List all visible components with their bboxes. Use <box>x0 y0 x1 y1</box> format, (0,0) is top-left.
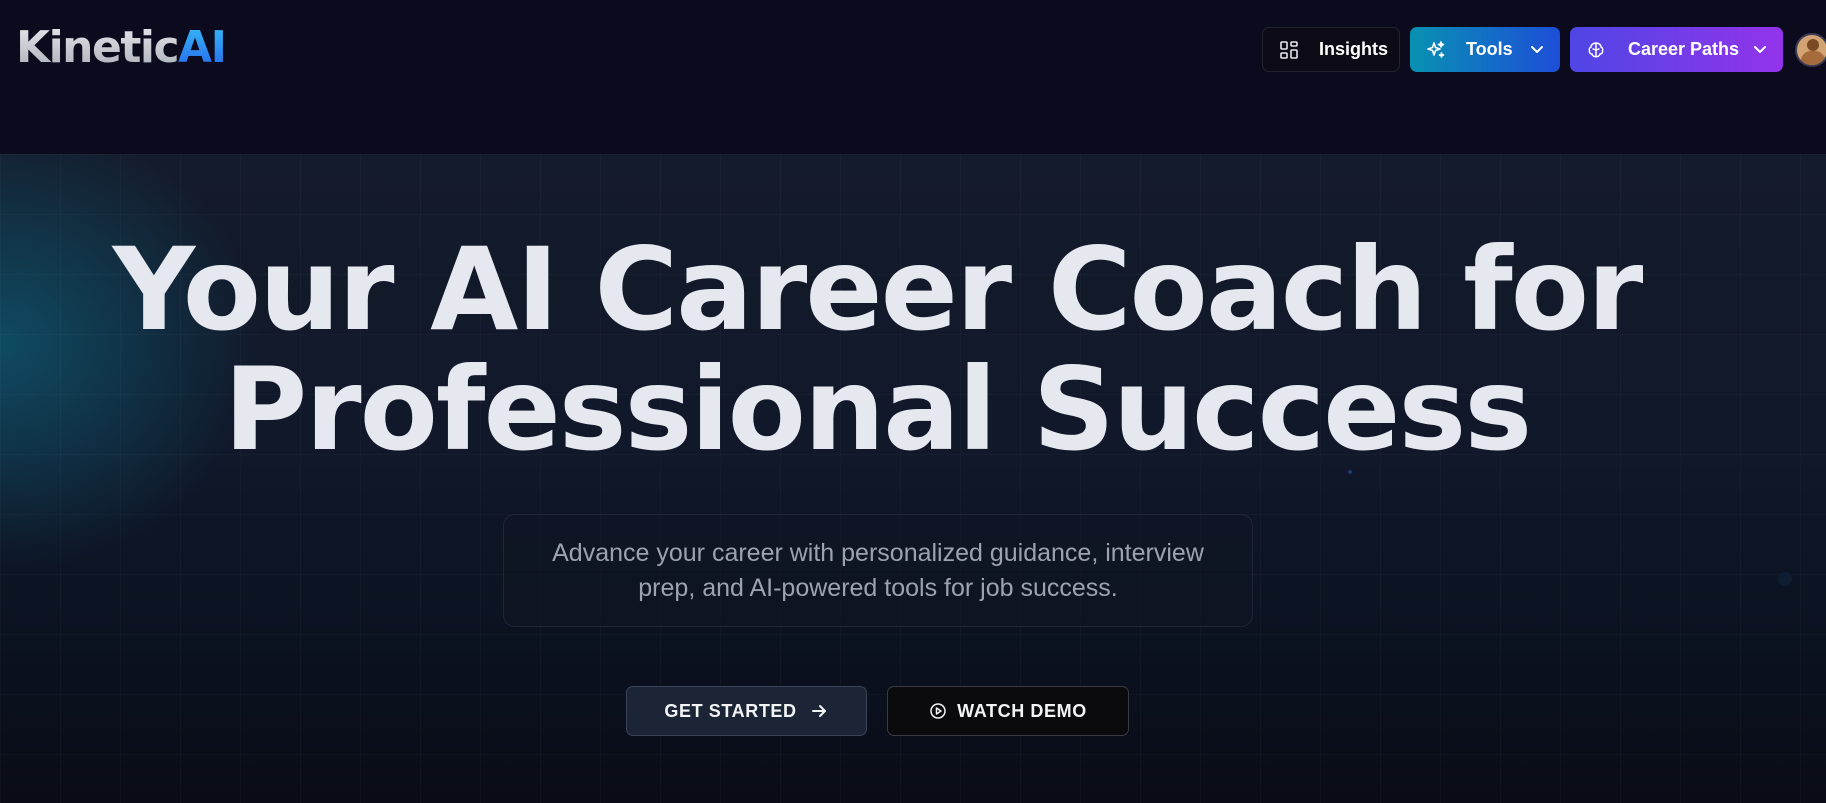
avatar-head <box>1807 39 1819 51</box>
top-header: KineticAI Insights Tools Career Paths <box>0 0 1826 154</box>
headline-line-2: Professional Success <box>223 343 1532 476</box>
watch-demo-button[interactable]: WATCH DEMO <box>887 686 1129 736</box>
chevron-down-icon <box>1751 40 1769 63</box>
get-started-label: GET STARTED <box>664 700 797 721</box>
brain-icon <box>1586 40 1606 60</box>
arrow-right-icon <box>809 701 829 721</box>
hero-section: Your AI Career Coach for Professional Su… <box>0 154 1826 803</box>
main-nav: Insights Tools Career Paths <box>0 27 1826 72</box>
hero-subtitle: Advance your career with personalized gu… <box>503 514 1253 627</box>
headline-line-1: Your AI Career Coach for <box>112 223 1644 356</box>
landing-page: KineticAI Insights Tools Career Paths Yo… <box>0 0 1826 803</box>
tools-dropdown-button[interactable]: Tools <box>1410 27 1560 72</box>
hero-headline: Your AI Career Coach for Professional Su… <box>0 230 1754 470</box>
career-paths-dropdown-button[interactable]: Career Paths <box>1570 27 1783 72</box>
watch-demo-label: WATCH DEMO <box>957 700 1087 721</box>
career-paths-label: Career Paths <box>1628 39 1740 59</box>
play-circle-icon <box>929 702 947 720</box>
chevron-down-icon <box>1528 40 1546 63</box>
tools-label: Tools <box>1466 39 1513 59</box>
user-avatar[interactable] <box>1795 33 1826 67</box>
insights-label: Insights <box>1319 39 1389 59</box>
sparkles-icon <box>1426 40 1446 60</box>
get-started-button[interactable]: GET STARTED <box>626 686 867 736</box>
grid-icon <box>1279 40 1299 60</box>
insights-button[interactable]: Insights <box>1262 27 1400 72</box>
avatar-body <box>1801 51 1825 65</box>
background-dot <box>1778 572 1792 586</box>
